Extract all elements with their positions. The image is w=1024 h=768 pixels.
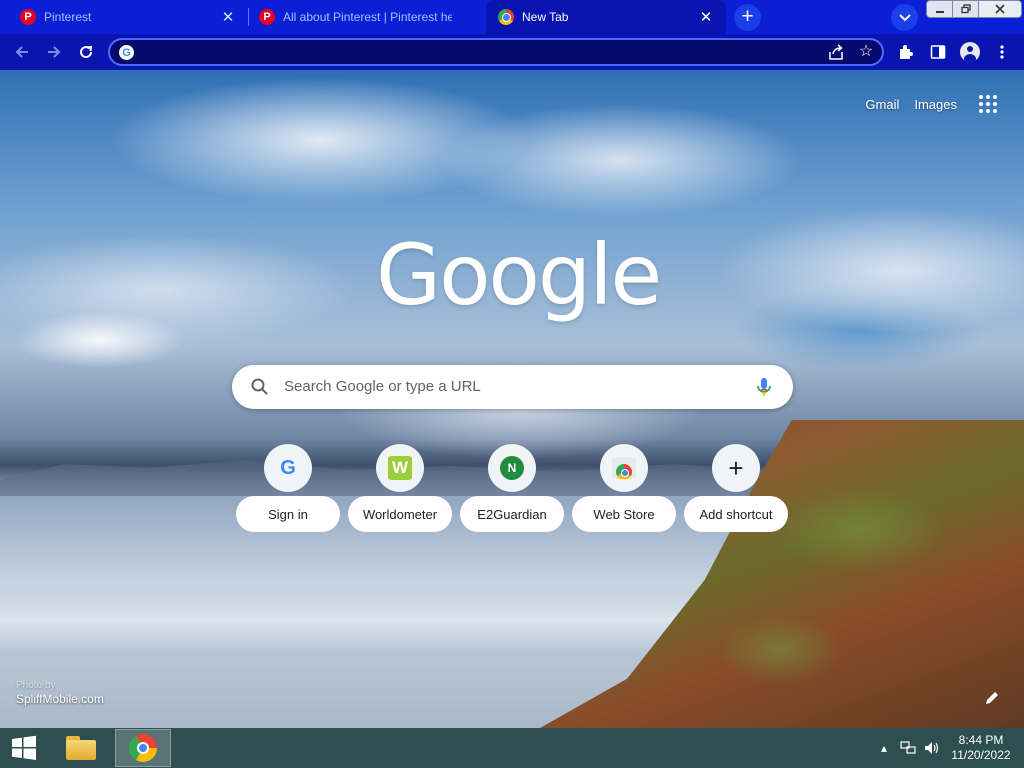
star-icon[interactable]: ☆	[856, 42, 876, 62]
search-input[interactable]: Search Google or type a URL	[284, 378, 481, 395]
shortcut-sign-in[interactable]: G Sign in	[232, 444, 344, 536]
new-tab-page: Gmail Images Google Search Google or typ…	[0, 70, 1024, 728]
extensions-button[interactable]	[892, 38, 920, 66]
n-letter-icon: N	[488, 444, 536, 492]
top-links: Gmail Images	[865, 92, 1000, 116]
chrome-icon	[498, 9, 514, 25]
pinterest-icon: P	[20, 9, 36, 25]
shortcut-e2guardian[interactable]: N E2Guardian	[456, 444, 568, 536]
system-tray: ▴	[872, 728, 944, 768]
pencil-icon	[986, 692, 998, 704]
new-tab-button[interactable]: +	[734, 4, 761, 31]
shortcut-web-store[interactable]: Web Store	[568, 444, 680, 536]
reload-button[interactable]	[72, 38, 100, 66]
credit-prefix: Photo by	[16, 680, 56, 691]
close-icon[interactable]: ✕	[698, 9, 714, 26]
google-g-icon: G	[119, 45, 134, 60]
shortcut-label: Worldometer	[348, 496, 452, 532]
network-icon[interactable]	[896, 736, 920, 760]
taskbar-file-explorer[interactable]	[53, 729, 109, 767]
chrome-icon	[129, 734, 157, 762]
minimize-button[interactable]	[926, 0, 953, 18]
tab-title: Pinterest	[44, 10, 92, 24]
gmail-link[interactable]: Gmail	[865, 97, 899, 112]
shortcut-label: Web Store	[572, 496, 676, 532]
google-g-icon: G	[264, 444, 312, 492]
clock[interactable]: 8:44 PM 11/20/2022	[948, 733, 1014, 763]
close-icon	[995, 4, 1005, 14]
side-panel-icon	[930, 45, 946, 59]
taskbar: ▴ 8:44 PM 11/20/2022	[0, 728, 1024, 768]
shortcut-label: E2Guardian	[460, 496, 564, 532]
minimize-icon	[935, 11, 944, 13]
shortcut-worldometer[interactable]: W Worldometer	[344, 444, 456, 536]
tab-title: All about Pinterest | Pinterest hel	[283, 10, 452, 24]
shortcut-label: Add shortcut	[684, 496, 788, 532]
toolbar: G ☆	[0, 34, 1024, 70]
search-icon	[251, 378, 268, 395]
start-button[interactable]	[0, 728, 48, 768]
microphone-icon[interactable]	[754, 376, 774, 398]
back-arrow-icon	[15, 46, 28, 58]
tab-strip: P Pinterest ✕ P All about Pinterest | Pi…	[0, 0, 1024, 34]
menu-dots-icon	[1000, 45, 1004, 59]
extensions-icon	[900, 45, 913, 59]
chrome-web-store-icon	[600, 444, 648, 492]
taskbar-chrome[interactable]	[115, 729, 171, 767]
restore-button[interactable]	[952, 0, 979, 18]
forward-button[interactable]	[40, 38, 68, 66]
window-close-button[interactable]	[978, 0, 1022, 18]
share-icon[interactable]	[826, 43, 846, 63]
worldometer-icon: W	[376, 444, 424, 492]
close-icon[interactable]: ✕	[220, 9, 236, 26]
tab-new-tab[interactable]: New Tab ✕	[486, 0, 726, 34]
tab-all-about-pinterest[interactable]: P All about Pinterest | Pinterest hel	[249, 0, 486, 34]
shortcuts-grid: G Sign in W Worldometer N E2Guardian Web…	[232, 444, 792, 536]
shortcut-label: Sign in	[236, 496, 340, 532]
customize-button[interactable]	[980, 686, 1004, 710]
file-explorer-icon	[66, 736, 96, 760]
plus-icon: +	[712, 444, 760, 492]
close-icon[interactable]	[458, 9, 474, 25]
background-credit[interactable]: Photo by SpliffMobile.com	[16, 680, 104, 706]
restore-icon	[960, 4, 971, 14]
reload-icon	[80, 45, 93, 59]
credit-source: SpliffMobile.com	[16, 692, 104, 706]
images-link[interactable]: Images	[914, 97, 957, 112]
shortcut-add[interactable]: + Add shortcut	[680, 444, 792, 536]
tab-title: New Tab	[522, 10, 569, 24]
chevron-down-icon	[898, 13, 911, 21]
google-apps-icon[interactable]	[976, 92, 1000, 116]
address-bar[interactable]: G ☆	[108, 38, 884, 66]
tab-pinterest[interactable]: P Pinterest ✕	[0, 0, 248, 34]
chrome-menu-button[interactable]	[988, 38, 1016, 66]
google-logo: Google	[376, 226, 662, 324]
chevron-up-icon[interactable]: ▴	[872, 736, 896, 760]
back-button[interactable]	[8, 38, 36, 66]
tab-search-button[interactable]	[891, 4, 918, 31]
side-panel-button[interactable]	[924, 38, 952, 66]
forward-arrow-icon	[48, 46, 61, 58]
profile-button[interactable]	[956, 38, 984, 66]
pinterest-icon: P	[259, 9, 275, 25]
clock-time: 8:44 PM	[958, 733, 1004, 747]
windows-logo-icon	[12, 735, 36, 760]
profile-avatar-icon	[960, 42, 980, 62]
search-box[interactable]: Search Google or type a URL	[232, 365, 793, 409]
volume-icon[interactable]	[920, 736, 944, 760]
clock-date: 11/20/2022	[951, 748, 1011, 762]
